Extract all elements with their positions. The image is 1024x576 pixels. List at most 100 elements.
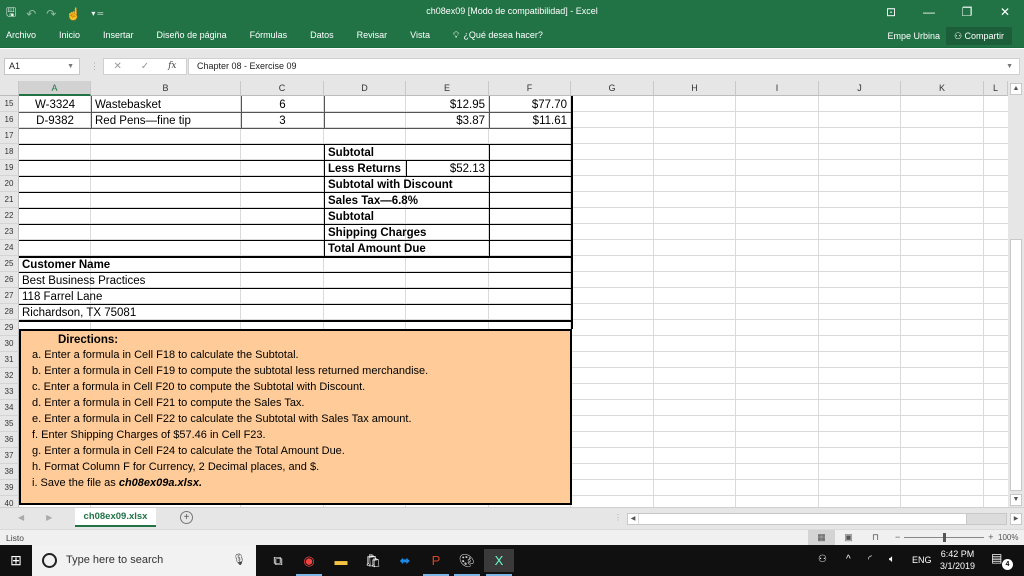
powerpoint-icon[interactable]: P <box>421 549 451 576</box>
summary-label[interactable]: Subtotal <box>328 145 374 161</box>
row-header-28[interactable]: 28 <box>0 304 19 320</box>
row-header-26[interactable]: 26 <box>0 272 19 288</box>
taskbar-search[interactable]: Type here to search 🎙︎ <box>32 545 256 576</box>
sheet-next-icon[interactable]: ▶ <box>46 513 52 522</box>
summary-label[interactable]: Subtotal with Discount <box>328 177 453 193</box>
zoom-level[interactable]: 100% <box>998 533 1018 542</box>
enter-icon[interactable]: ✓ <box>141 59 149 74</box>
volume-icon[interactable]: 🔈︎ <box>889 554 895 565</box>
zoom-in-icon[interactable]: + <box>988 532 993 542</box>
tab-formulas[interactable]: Fórmulas <box>250 30 288 41</box>
row-header-21[interactable]: 21 <box>0 192 19 208</box>
row-header-25[interactable]: 25 <box>0 256 19 272</box>
select-all-corner[interactable] <box>0 81 19 96</box>
row-header-38[interactable]: 38 <box>0 464 19 480</box>
column-header-d[interactable]: D <box>324 81 406 96</box>
cell-a26-customer-name[interactable]: Best Business Practices <box>22 273 145 289</box>
windows-start-icon[interactable]: ⊞ <box>0 545 32 576</box>
row-header-35[interactable]: 35 <box>0 416 19 432</box>
column-header-e[interactable]: E <box>406 81 489 96</box>
close-icon[interactable]: ✕ <box>986 0 1024 24</box>
column-header-g[interactable]: G <box>571 81 654 96</box>
column-header-h[interactable]: H <box>654 81 736 96</box>
row-header-32[interactable]: 32 <box>0 368 19 384</box>
formula-input[interactable]: Chapter 08 - Exercise 09 ▼ <box>188 58 1020 75</box>
insert-function-icon[interactable]: fx <box>168 59 176 74</box>
row-header-40[interactable]: 40 <box>0 496 19 507</box>
cell-a28-customer-city[interactable]: Richardson, TX 75081 <box>22 305 136 321</box>
cell-c16[interactable]: 3 <box>241 113 324 129</box>
tab-inicio[interactable]: Inicio <box>59 30 80 41</box>
row-header-34[interactable]: 34 <box>0 400 19 416</box>
scroll-right-icon[interactable]: ▶ <box>1010 513 1022 525</box>
teamviewer-icon[interactable]: ⬌ <box>390 549 420 572</box>
tab-archivo[interactable]: Archivo <box>6 30 36 41</box>
row-header-36[interactable]: 36 <box>0 432 19 448</box>
add-sheet-button[interactable]: + <box>180 511 193 524</box>
scroll-down-icon[interactable]: ▼ <box>1010 494 1022 506</box>
tab-insertar[interactable]: Insertar <box>103 30 134 41</box>
ribbon-display-options-icon[interactable]: ⊡ <box>872 0 910 24</box>
store-icon[interactable]: 🛍︎ <box>358 549 388 572</box>
cancel-icon[interactable]: ✕ <box>113 59 121 74</box>
row-header-27[interactable]: 27 <box>0 288 19 304</box>
row-header-39[interactable]: 39 <box>0 480 19 496</box>
zoom-out-icon[interactable]: − <box>895 532 900 542</box>
vertical-scrollbar[interactable]: ▲ ▼ <box>1008 81 1024 507</box>
row-header-30[interactable]: 30 <box>0 336 19 352</box>
row-header-16[interactable]: 16 <box>0 112 19 128</box>
page-layout-view-icon[interactable]: ▣ <box>835 530 862 545</box>
row-header-23[interactable]: 23 <box>0 224 19 240</box>
chrome-icon[interactable]: ◉ <box>294 549 324 576</box>
clock[interactable]: 6:42 PM 3/1/2019 <box>940 548 975 572</box>
cell-e16[interactable]: $3.87 <box>406 113 489 129</box>
microphone-icon[interactable]: 🎙︎ <box>232 553 246 566</box>
vertical-scroll-thumb[interactable] <box>1010 239 1022 491</box>
column-header-i[interactable]: I <box>736 81 819 96</box>
formula-bar-splitter[interactable]: ⋮ <box>90 61 99 72</box>
file-explorer-icon[interactable]: ▬ <box>326 549 356 572</box>
summary-label[interactable]: Sales Tax—6.8% <box>328 193 418 209</box>
row-header-22[interactable]: 22 <box>0 208 19 224</box>
wifi-icon[interactable]: ◜ <box>868 554 872 565</box>
cell-f15[interactable]: $77.70 <box>489 97 571 113</box>
horizontal-scroll-thumb[interactable] <box>639 514 967 524</box>
sheet-prev-icon[interactable]: ◀ <box>18 513 24 522</box>
page-break-view-icon[interactable]: ⊓ <box>862 530 889 545</box>
user-name[interactable]: Empe Urbina <box>887 31 940 41</box>
row-header-18[interactable]: 18 <box>0 144 19 160</box>
scroll-up-icon[interactable]: ▲ <box>1010 83 1022 95</box>
cell-a16[interactable]: D-9382 <box>19 113 91 129</box>
zoom-slider[interactable]: − + <box>895 532 994 542</box>
tell-me-box[interactable]: 💡︎ ¿Qué desea hacer? <box>453 30 543 41</box>
cell-c15[interactable]: 6 <box>241 97 324 113</box>
minimize-icon[interactable]: — <box>910 0 948 24</box>
action-center-icon[interactable]: ▤ 4 <box>991 551 1013 570</box>
row-header-31[interactable]: 31 <box>0 352 19 368</box>
people-icon[interactable]: ⚇ <box>818 554 827 565</box>
tab-revisar[interactable]: Revisar <box>357 30 388 41</box>
row-header-17[interactable]: 17 <box>0 128 19 144</box>
row-header-33[interactable]: 33 <box>0 384 19 400</box>
column-header-l[interactable]: L <box>984 81 1008 96</box>
row-header-37[interactable]: 37 <box>0 448 19 464</box>
cell-b15[interactable]: Wastebasket <box>95 97 241 113</box>
cell-a27-customer-street[interactable]: 118 Farrel Lane <box>22 289 102 305</box>
zoom-knob[interactable] <box>942 532 946 542</box>
row-header-24[interactable]: 24 <box>0 240 19 256</box>
tab-datos[interactable]: Datos <box>310 30 334 41</box>
show-hidden-icons-icon[interactable]: ^ <box>846 554 851 565</box>
cell-b16[interactable]: Red Pens—fine tip <box>95 113 241 129</box>
summary-label[interactable]: Shipping Charges <box>328 225 426 241</box>
expand-formula-bar-icon[interactable]: ▼ <box>1006 59 1013 74</box>
column-header-f[interactable]: F <box>489 81 571 96</box>
share-button[interactable]: ⚇ Compartir <box>946 27 1012 45</box>
task-view-icon[interactable]: ⧉ <box>263 549 293 572</box>
column-header-a[interactable]: A <box>19 81 91 96</box>
normal-view-icon[interactable]: ▦ <box>808 530 835 545</box>
name-box[interactable]: A1 ▼ <box>4 58 80 75</box>
restore-icon[interactable]: ❐ <box>948 0 986 24</box>
summary-label[interactable]: Less Returns <box>328 161 401 177</box>
excel-taskbar-icon[interactable]: X <box>484 549 514 576</box>
spreadsheet-grid[interactable]: ABCDEFGHIJKL 15 16 17 18 19 20 21 22 23 24 25 26 27 2… <box>0 81 1008 507</box>
